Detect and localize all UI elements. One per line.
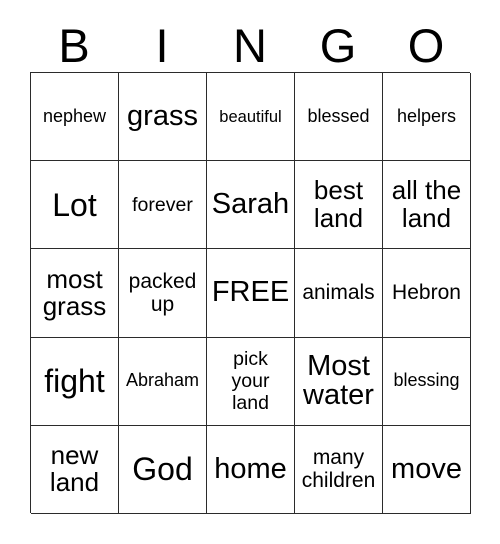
bingo-cell-r5c4[interactable]: many children [295,425,383,514]
bingo-cell-r3c2[interactable]: packed up [119,249,207,338]
bingo-cell-label: beautiful [219,107,282,126]
bingo-cell-r2c4[interactable]: best land [295,161,383,250]
bingo-cell-label: home [214,452,287,485]
bingo-cell-label: all the land [391,175,462,233]
bingo-cell-r1c5[interactable]: helpers [383,73,471,162]
bingo-cell-label: best land [313,175,364,233]
bingo-cell-label: Lot [52,186,97,223]
bingo-grid: nephew grass beautiful blessed helpers L… [30,72,471,514]
bingo-cell-r4c4[interactable]: Most water [295,337,383,426]
bingo-header-letter-b: B [58,18,90,72]
bingo-cell-label: packed up [128,269,197,316]
bingo-cell-label: animals [302,281,375,305]
bingo-cell-label: grass [127,99,198,132]
bingo-cell-r5c1[interactable]: new land [31,425,119,514]
bingo-cell-label: new land [49,440,100,498]
bingo-card: B I N G O nephew grass beautiful blessed… [0,0,500,544]
bingo-cell-r1c1[interactable]: nephew [31,73,119,162]
bingo-cell-r2c3[interactable]: Sarah [207,161,295,250]
bingo-cell-label: Hebron [392,281,461,305]
bingo-header-letter-n: N [233,18,267,72]
bingo-cell-label: FREE [211,276,290,309]
bingo-cell-label: many children [301,446,376,493]
bingo-cell-r4c5[interactable]: blessing [383,337,471,426]
bingo-header-row: B I N G O [30,18,470,72]
bingo-cell-r1c4[interactable]: blessed [295,73,383,162]
bingo-cell-label: Abraham [125,370,200,391]
bingo-cell-r5c3[interactable]: home [207,425,295,514]
bingo-cell-label: helpers [396,105,457,126]
bingo-cell-label: move [391,452,462,485]
bingo-cell-label: forever [132,193,193,216]
bingo-cell-r4c3[interactable]: pick your land [207,337,295,426]
bingo-cell-r1c3[interactable]: beautiful [207,73,295,162]
bingo-cell-r4c1[interactable]: fight [31,337,119,426]
bingo-cell-r5c2[interactable]: God [119,425,207,514]
bingo-cell-r2c1[interactable]: Lot [31,161,119,250]
bingo-cell-r5c5[interactable]: move [383,425,471,514]
bingo-cell-label: God [132,451,193,488]
bingo-cell-r4c2[interactable]: Abraham [119,337,207,426]
bingo-cell-label: blessing [393,370,460,391]
bingo-cell-label: Sarah [211,187,290,220]
bingo-cell-r2c5[interactable]: all the land [383,161,471,250]
bingo-cell-r3c1[interactable]: most grass [31,249,119,338]
bingo-cell-r1c2[interactable]: grass [119,73,207,162]
bingo-cell-free-space[interactable]: FREE [207,249,295,338]
bingo-cell-r3c4[interactable]: animals [295,249,383,338]
bingo-header-letter-g: G [319,18,357,72]
bingo-cell-label: fight [44,363,105,400]
bingo-header-letter-i: I [155,18,169,72]
bingo-cell-r2c2[interactable]: forever [119,161,207,250]
bingo-cell-label: Most water [303,349,374,412]
bingo-cell-label: blessed [307,105,370,126]
bingo-cell-r3c5[interactable]: Hebron [383,249,471,338]
bingo-cell-label: nephew [42,105,107,126]
bingo-cell-label: pick your land [231,347,270,415]
bingo-cell-label: most grass [42,263,107,321]
bingo-header-letter-o: O [407,18,445,72]
